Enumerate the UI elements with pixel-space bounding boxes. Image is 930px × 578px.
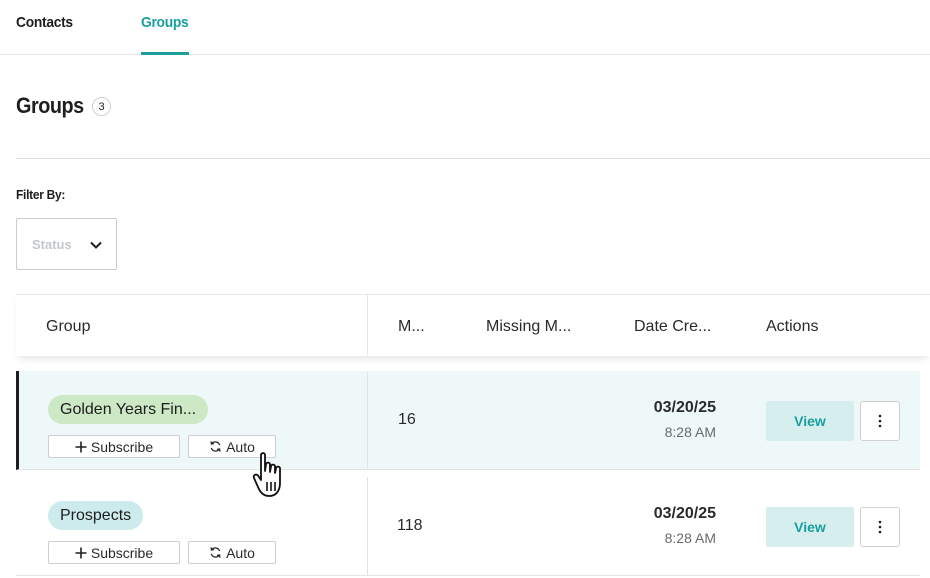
status-filter-placeholder: Status [32, 237, 72, 252]
subscribe-button[interactable]: Subscribe [48, 541, 180, 564]
tab-bar: Contacts Groups [0, 0, 930, 55]
groups-count-badge: 3 [92, 97, 111, 116]
plus-icon [75, 547, 87, 558]
time-created: 8:28 AM [664, 424, 716, 440]
group-tag[interactable]: Golden Years Fin... [48, 395, 209, 424]
auto-label: Auto [226, 544, 255, 561]
chevron-down-icon [90, 241, 102, 249]
column-header-group[interactable]: Group [46, 318, 90, 336]
column-divider [367, 295, 368, 356]
active-tab-indicator [141, 52, 189, 55]
subscribe-button[interactable]: Subscribe [48, 435, 180, 458]
auto-sync-button[interactable]: Auto [188, 541, 276, 564]
date-created: 03/20/25 [653, 505, 716, 522]
time-created: 8:28 AM [664, 530, 716, 546]
divider [16, 158, 930, 159]
page-title: Groups [16, 93, 84, 118]
column-header-missing[interactable]: Missing M... [486, 318, 571, 336]
view-button[interactable]: View [766, 401, 854, 441]
more-vertical-icon [878, 520, 882, 534]
more-actions-button[interactable] [860, 507, 900, 547]
plus-icon [75, 441, 87, 452]
group-tag[interactable]: Prospects [48, 501, 144, 530]
table-row[interactable]: Golden Years Fin... Subscribe Auto 16 03… [16, 371, 920, 470]
table-header: Group M... Missing M... Date Cre... Acti… [16, 294, 930, 356]
tab-contacts[interactable]: Contacts [16, 14, 73, 31]
sync-icon [210, 547, 221, 558]
members-count: 16 [398, 411, 416, 428]
date-created: 03/20/25 [653, 399, 716, 416]
more-actions-button[interactable] [860, 401, 900, 441]
view-button[interactable]: View [766, 507, 854, 547]
subscribe-label: Subscribe [90, 438, 154, 455]
column-divider [367, 371, 368, 469]
tab-groups[interactable]: Groups [141, 14, 189, 31]
column-header-members[interactable]: M... [398, 318, 425, 336]
status-filter-select[interactable]: Status [16, 218, 117, 270]
column-header-actions: Actions [766, 318, 819, 335]
members-count: 118 [397, 517, 423, 534]
hand-pointer-cursor-icon [252, 452, 281, 497]
auto-label: Auto [226, 438, 255, 455]
column-header-date-created[interactable]: Date Cre... [634, 318, 711, 336]
more-vertical-icon [878, 414, 882, 428]
column-divider [367, 477, 368, 575]
subscribe-label: Subscribe [90, 544, 154, 561]
filter-label: Filter By: [16, 187, 66, 202]
table-row[interactable]: Prospects Subscribe Auto 118 03/20/25 8:… [16, 477, 920, 576]
sync-icon [210, 441, 221, 452]
